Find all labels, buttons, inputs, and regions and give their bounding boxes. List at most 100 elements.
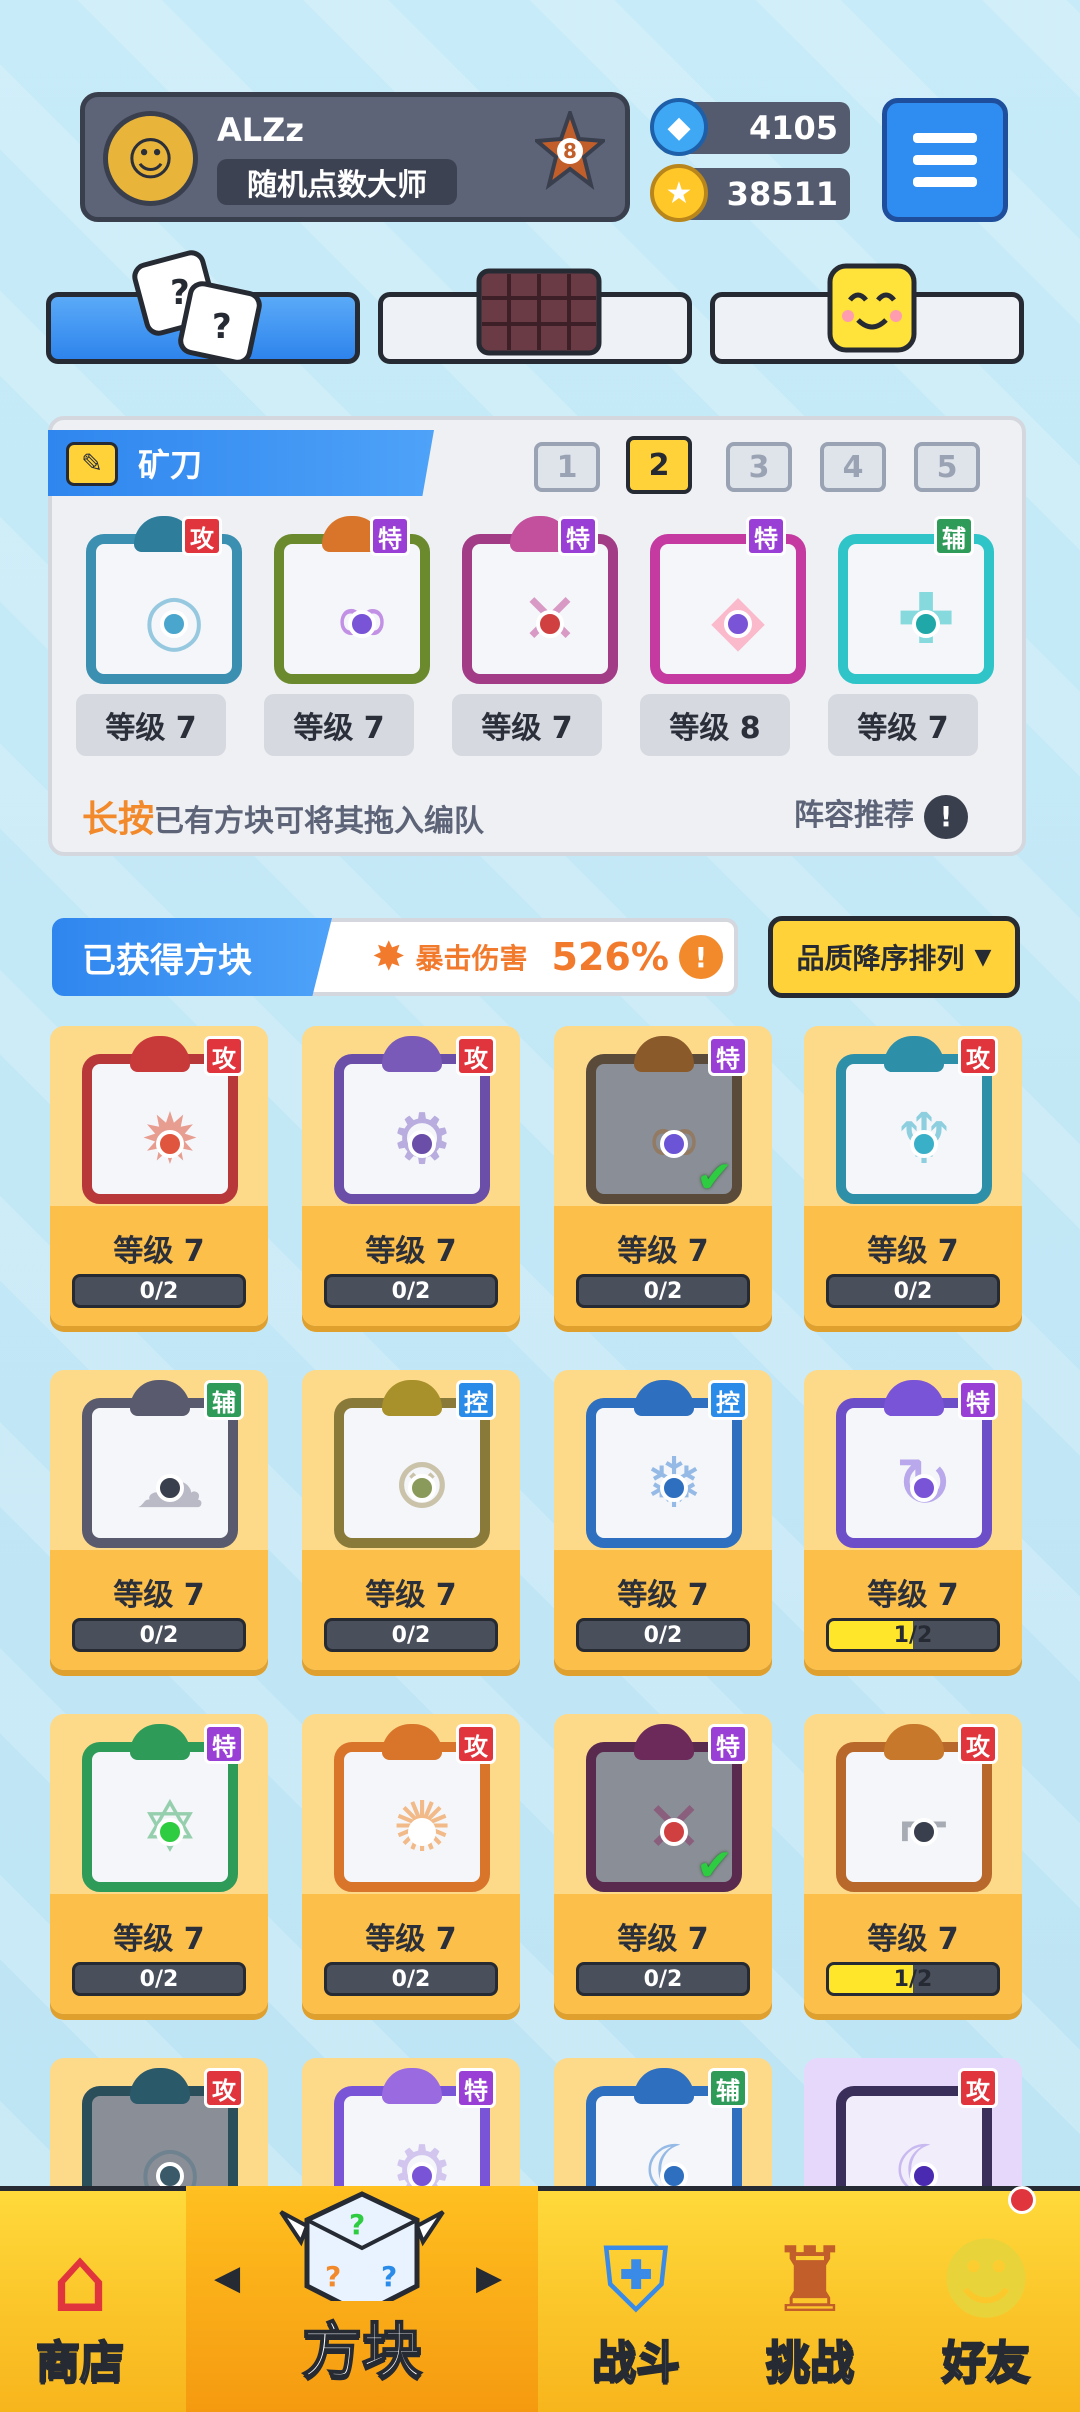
- type-badge: 特: [456, 2068, 496, 2108]
- player-name: ALZz: [217, 111, 304, 149]
- team-dice-card[interactable]: ✕特: [452, 516, 618, 684]
- dragon-crest-icon: [382, 1036, 442, 1072]
- dice-pip: [660, 1474, 688, 1502]
- type-badge: 攻: [182, 516, 222, 556]
- dice-level: 等级 7: [867, 1578, 959, 1613]
- owned-dice-card[interactable]: ✹攻等级 7 0/2: [50, 1026, 268, 1326]
- nav-friends[interactable]: ☻ 好友: [906, 2186, 1066, 2412]
- progress-text: 1/2: [893, 1966, 933, 1992]
- dice-pip: [660, 1130, 688, 1158]
- owned-dice-card[interactable]: ✡特等级 7 0/2: [50, 1714, 268, 2014]
- dice-frame: ❄: [586, 1398, 742, 1548]
- dice-frame: ⌐: [836, 1742, 992, 1892]
- dice-art: ⊗控: [324, 1380, 500, 1556]
- dice-progress-bar: 0/2: [72, 1618, 246, 1652]
- owned-dice-card[interactable]: ♆攻等级 7 0/2: [804, 1026, 1022, 1326]
- team-dice-level: 等级 7: [264, 694, 414, 756]
- sort-label: 品质降序排列: [796, 942, 965, 975]
- dice-progress-bar: 0/2: [324, 1962, 498, 1996]
- owned-dice-card[interactable]: ∞特✔等级 70/2: [554, 1026, 772, 1326]
- dice-frame: ⚙: [334, 1054, 490, 1204]
- nav-friends-label: 好友: [941, 2336, 1031, 2389]
- team-dice-card[interactable]: ◆特: [640, 516, 806, 684]
- dragon-crest-icon: [130, 1036, 190, 1072]
- type-badge: 特: [708, 1724, 748, 1764]
- nav-shop-label: 商店: [35, 2336, 125, 2389]
- avatar[interactable]: ☺: [103, 111, 198, 206]
- friend-character-icon: ☻: [939, 2228, 1033, 2333]
- dice-frame: ↻: [836, 1398, 992, 1548]
- dice-pip: [910, 1130, 938, 1158]
- pencil-edit-icon[interactable]: ✎: [66, 442, 118, 486]
- dice-pip: [160, 610, 188, 638]
- owned-dice-card[interactable]: ✕特✔ 等级 7 0/2: [554, 1714, 772, 2014]
- dice-art: ⚙攻: [324, 1036, 500, 1212]
- team-dice-card[interactable]: ∞特: [264, 516, 430, 684]
- type-badge: 特: [958, 1380, 998, 1420]
- svg-text:?: ?: [170, 273, 190, 313]
- rank-number: 8: [563, 139, 577, 163]
- player-profile[interactable]: ☺ ALZz 随机点数大师 8: [80, 92, 630, 222]
- shield-sword-icon: ⛨: [602, 2228, 670, 2333]
- dice-level: 等级 7: [365, 1922, 457, 1957]
- team-dice-level: 等级 7: [452, 694, 602, 756]
- dice-frame: ✹: [82, 1054, 238, 1204]
- crit-info-icon: !: [678, 935, 723, 979]
- dice-pip: [408, 1474, 436, 1502]
- dice-pip: [536, 610, 564, 638]
- dice-pip: [156, 1818, 184, 1846]
- owned-dice-card[interactable]: ⌐攻等级 7 1/2: [804, 1714, 1022, 2014]
- dice-level: 等级 7: [617, 1922, 709, 1957]
- team-slot-1[interactable]: 1: [534, 442, 600, 492]
- nav-battle[interactable]: ⛨ 战斗: [556, 2186, 716, 2412]
- dragon-crest-icon: [634, 1036, 694, 1072]
- owned-dice-card[interactable]: ❄控等级 7 0/2: [554, 1370, 772, 1670]
- team-dice-card[interactable]: ◎攻: [76, 516, 242, 684]
- type-badge: 特: [708, 1036, 748, 1076]
- owned-dice-card[interactable]: ⊗控等级 7 0/2: [302, 1370, 520, 1670]
- nav-dice[interactable]: ? ? ? 方块: [186, 2186, 538, 2412]
- team-slot-3[interactable]: 3: [726, 442, 792, 492]
- dice-art: ✕特✔: [576, 1724, 752, 1900]
- hint-text: 已有方块可将其拖入编队: [154, 804, 485, 839]
- team-slot-2[interactable]: 2: [626, 436, 692, 494]
- dice-frame: ✚: [838, 534, 994, 684]
- arrow-left-icon[interactable]: ◀: [214, 2258, 240, 2298]
- team-dice-level: 等级 8: [640, 694, 790, 756]
- owned-dice-card[interactable]: ⚙攻等级 7 0/2: [302, 1026, 520, 1326]
- shop-icon: ⌂: [51, 2228, 109, 2333]
- dice-frame: ⊗: [334, 1398, 490, 1548]
- dice-icon: ? ?: [132, 250, 262, 364]
- progress-text: 0/2: [643, 1622, 683, 1648]
- progress-text: 0/2: [643, 1966, 683, 1992]
- recommend-label: 阵容推荐: [794, 798, 914, 833]
- nav-shop[interactable]: ⌂ 商店: [0, 2186, 160, 2412]
- info-icon: !: [924, 794, 968, 839]
- progress-text: 0/2: [391, 1278, 431, 1304]
- sort-dropdown[interactable]: 品质降序排列 ▼: [768, 916, 1020, 998]
- recommend-button[interactable]: 阵容推荐!: [794, 790, 968, 839]
- svg-text:?: ?: [212, 307, 232, 347]
- dice-pip: [724, 610, 752, 638]
- team-slot-4[interactable]: 4: [820, 442, 886, 492]
- team-dice-card[interactable]: ✚辅: [828, 516, 994, 684]
- type-badge: 辅: [204, 1380, 244, 1420]
- dice-progress-bar: 0/2: [576, 1274, 750, 1308]
- dice-pip: [408, 1818, 436, 1846]
- crit-damage-stat[interactable]: ✸ 暴击伤害 526% !: [372, 926, 723, 988]
- dice-frame: ✕: [462, 534, 618, 684]
- nav-challenge[interactable]: ♜ 挑战: [730, 2186, 890, 2412]
- arrow-right-icon[interactable]: ▶: [476, 2258, 502, 2298]
- rank-star-icon: 8: [535, 111, 605, 191]
- team-slot-5[interactable]: 5: [914, 442, 980, 492]
- owned-dice-card[interactable]: ☁辅等级 7 0/2: [50, 1370, 268, 1670]
- owned-dice-card[interactable]: ✺攻等级 7 0/2: [302, 1714, 520, 2014]
- owned-dice-card[interactable]: ↻特等级 7 1/2: [804, 1370, 1022, 1670]
- dragon-crest-icon: [634, 1724, 694, 1760]
- dice-progress-bar: 0/2: [324, 1618, 498, 1652]
- dice-progress-bar: 0/2: [576, 1618, 750, 1652]
- team-dice-level: 等级 7: [76, 694, 226, 756]
- type-badge: 攻: [204, 1036, 244, 1076]
- type-badge: 辅: [708, 2068, 748, 2108]
- menu-button[interactable]: [882, 98, 1008, 222]
